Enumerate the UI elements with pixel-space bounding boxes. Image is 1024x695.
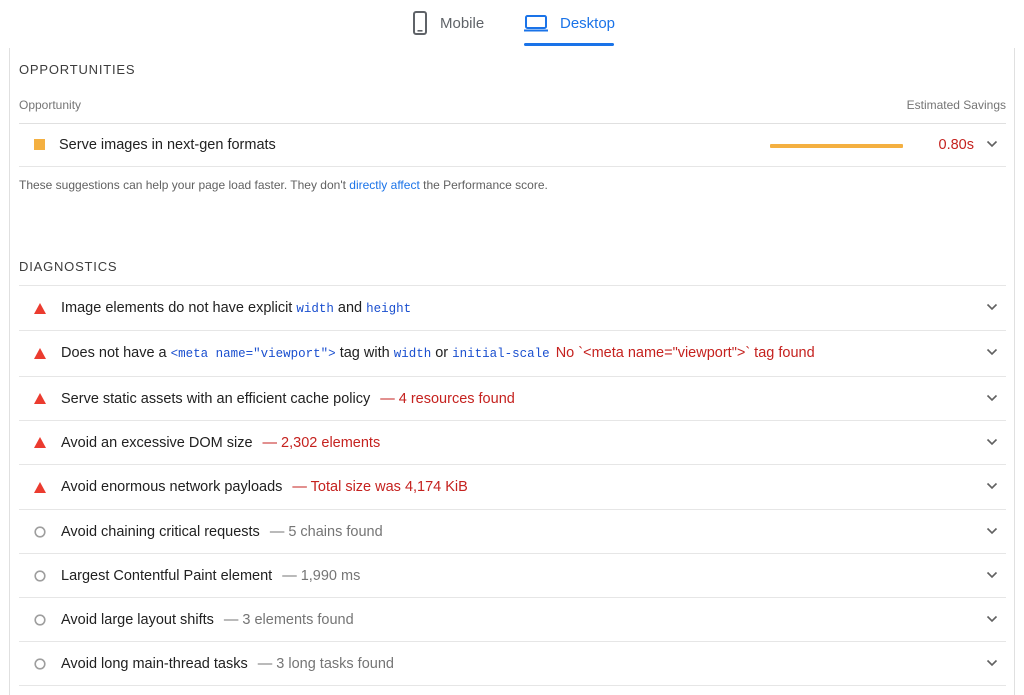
title-text: tag with bbox=[335, 345, 394, 361]
diagnostic-title: Avoid long main-thread tasks bbox=[61, 655, 248, 672]
tab-selected-indicator bbox=[524, 43, 614, 46]
opportunity-column-header: Opportunity bbox=[19, 98, 82, 112]
info-circle-icon bbox=[19, 569, 61, 582]
phone-icon bbox=[412, 11, 428, 35]
diagnostic-row-network-payloads[interactable]: Avoid enormous network payloads — Total … bbox=[19, 465, 1006, 510]
diagnostic-row-cache-policy[interactable]: Serve static assets with an efficient ca… bbox=[19, 377, 1006, 421]
chevron-down-icon[interactable] bbox=[986, 482, 998, 490]
code-height: height bbox=[366, 302, 412, 316]
diagnostic-title: Does not have a <meta name="viewport"> t… bbox=[61, 345, 550, 361]
diagnostic-title: Avoid an excessive DOM size bbox=[61, 434, 253, 451]
diagnostic-title: Largest Contentful Paint element bbox=[61, 567, 273, 584]
tab-mobile[interactable]: Mobile bbox=[412, 0, 484, 46]
code-width: width bbox=[393, 347, 432, 361]
fail-triangle-icon bbox=[19, 302, 61, 314]
diagnostic-row-layout-shifts[interactable]: Avoid large layout shifts — 3 elements f… bbox=[19, 598, 1006, 642]
device-tabs: Mobile Desktop bbox=[0, 0, 1024, 48]
chevron-down-icon[interactable] bbox=[986, 571, 998, 579]
savings-bar-track bbox=[770, 144, 903, 148]
fail-triangle-icon bbox=[19, 437, 61, 448]
panel-border-left bbox=[9, 48, 10, 695]
display-value: — 3 elements found bbox=[223, 611, 354, 628]
note-text-after: the Performance score. bbox=[419, 178, 548, 192]
info-circle-icon bbox=[19, 613, 61, 626]
tab-mobile-label: Mobile bbox=[440, 14, 485, 32]
display-value: — 5 chains found bbox=[269, 523, 383, 540]
chevron-down-icon[interactable] bbox=[986, 659, 998, 667]
chevron-down-icon[interactable] bbox=[986, 438, 998, 446]
savings-value: 0.80s bbox=[938, 137, 974, 153]
diagnostic-row-long-tasks[interactable]: Avoid long main-thread tasks — 3 long ta… bbox=[19, 642, 1006, 686]
code-meta-viewport: <meta name="viewport"> bbox=[170, 347, 336, 361]
diagnostic-row-critical-requests[interactable]: Avoid chaining critical requests — 5 cha… bbox=[19, 510, 1006, 554]
fail-triangle-icon bbox=[19, 481, 61, 493]
diagnostic-row-lcp-element[interactable]: Largest Contentful Paint element — 1,990… bbox=[19, 554, 1006, 598]
opportunities-header: Opportunity Estimated Savings bbox=[19, 97, 1006, 124]
directly-affect-link[interactable]: directly affect bbox=[349, 178, 419, 192]
opportunity-row[interactable]: Serve images in next-gen formats 0.80s bbox=[19, 123, 1006, 167]
chevron-down-icon[interactable] bbox=[986, 303, 998, 311]
display-value: — 3 long tasks found bbox=[257, 655, 394, 672]
title-text: Image elements do not have explicit bbox=[61, 300, 297, 316]
title-text: or bbox=[431, 345, 453, 361]
diagnostic-row-unsized-images[interactable]: Image elements do not have explicit widt… bbox=[19, 285, 1006, 331]
savings-bar bbox=[770, 144, 903, 148]
estimated-savings-column-header: Estimated Savings bbox=[906, 98, 1006, 112]
diagnostic-title: Serve static assets with an efficient ca… bbox=[61, 390, 371, 407]
diagnostic-title: Image elements do not have explicit widt… bbox=[61, 300, 411, 316]
orange-square-icon bbox=[19, 139, 59, 150]
tab-desktop-label: Desktop bbox=[560, 14, 616, 32]
info-circle-icon bbox=[19, 525, 61, 538]
opportunities-note: These suggestions can help your page loa… bbox=[19, 178, 548, 192]
chevron-down-icon[interactable] bbox=[986, 394, 998, 402]
fail-triangle-icon bbox=[19, 393, 61, 404]
display-value: — Total size was 4,174 KiB bbox=[292, 479, 468, 495]
panel-border-right bbox=[1014, 48, 1015, 695]
diagnostic-title: Avoid chaining critical requests bbox=[61, 523, 260, 540]
title-text: Does not have a bbox=[61, 345, 171, 361]
tab-desktop[interactable]: Desktop bbox=[524, 0, 615, 46]
display-value: No `<meta name="viewport">` tag found bbox=[555, 345, 815, 361]
info-circle-icon bbox=[19, 657, 61, 670]
diagnostic-row-dom-size[interactable]: Avoid an excessive DOM size — 2,302 elem… bbox=[19, 421, 1006, 465]
display-value: — 4 resources found bbox=[380, 390, 515, 407]
diagnostic-row-viewport[interactable]: Does not have a <meta name="viewport"> t… bbox=[19, 330, 1006, 377]
opportunity-title: Serve images in next-gen formats bbox=[59, 136, 276, 153]
title-text: and bbox=[333, 300, 367, 316]
diagnostic-title: Avoid large layout shifts bbox=[61, 611, 214, 628]
laptop-icon bbox=[524, 14, 548, 32]
chevron-down-icon[interactable] bbox=[986, 140, 998, 148]
fail-triangle-icon bbox=[19, 347, 61, 359]
chevron-down-icon[interactable] bbox=[986, 615, 998, 623]
display-value: — 1,990 ms bbox=[282, 567, 361, 584]
code-initial-scale: initial-scale bbox=[452, 347, 550, 361]
code-width: width bbox=[296, 302, 334, 316]
opportunities-title: OPPORTUNITIES bbox=[19, 62, 136, 77]
note-text-before: These suggestions can help your page loa… bbox=[19, 178, 350, 192]
display-value: — 2,302 elements bbox=[262, 434, 381, 451]
diagnostic-title: Avoid enormous network payloads bbox=[61, 479, 283, 495]
chevron-down-icon[interactable] bbox=[986, 527, 998, 535]
chevron-down-icon[interactable] bbox=[986, 348, 998, 356]
diagnostics-title: DIAGNOSTICS bbox=[19, 259, 118, 274]
